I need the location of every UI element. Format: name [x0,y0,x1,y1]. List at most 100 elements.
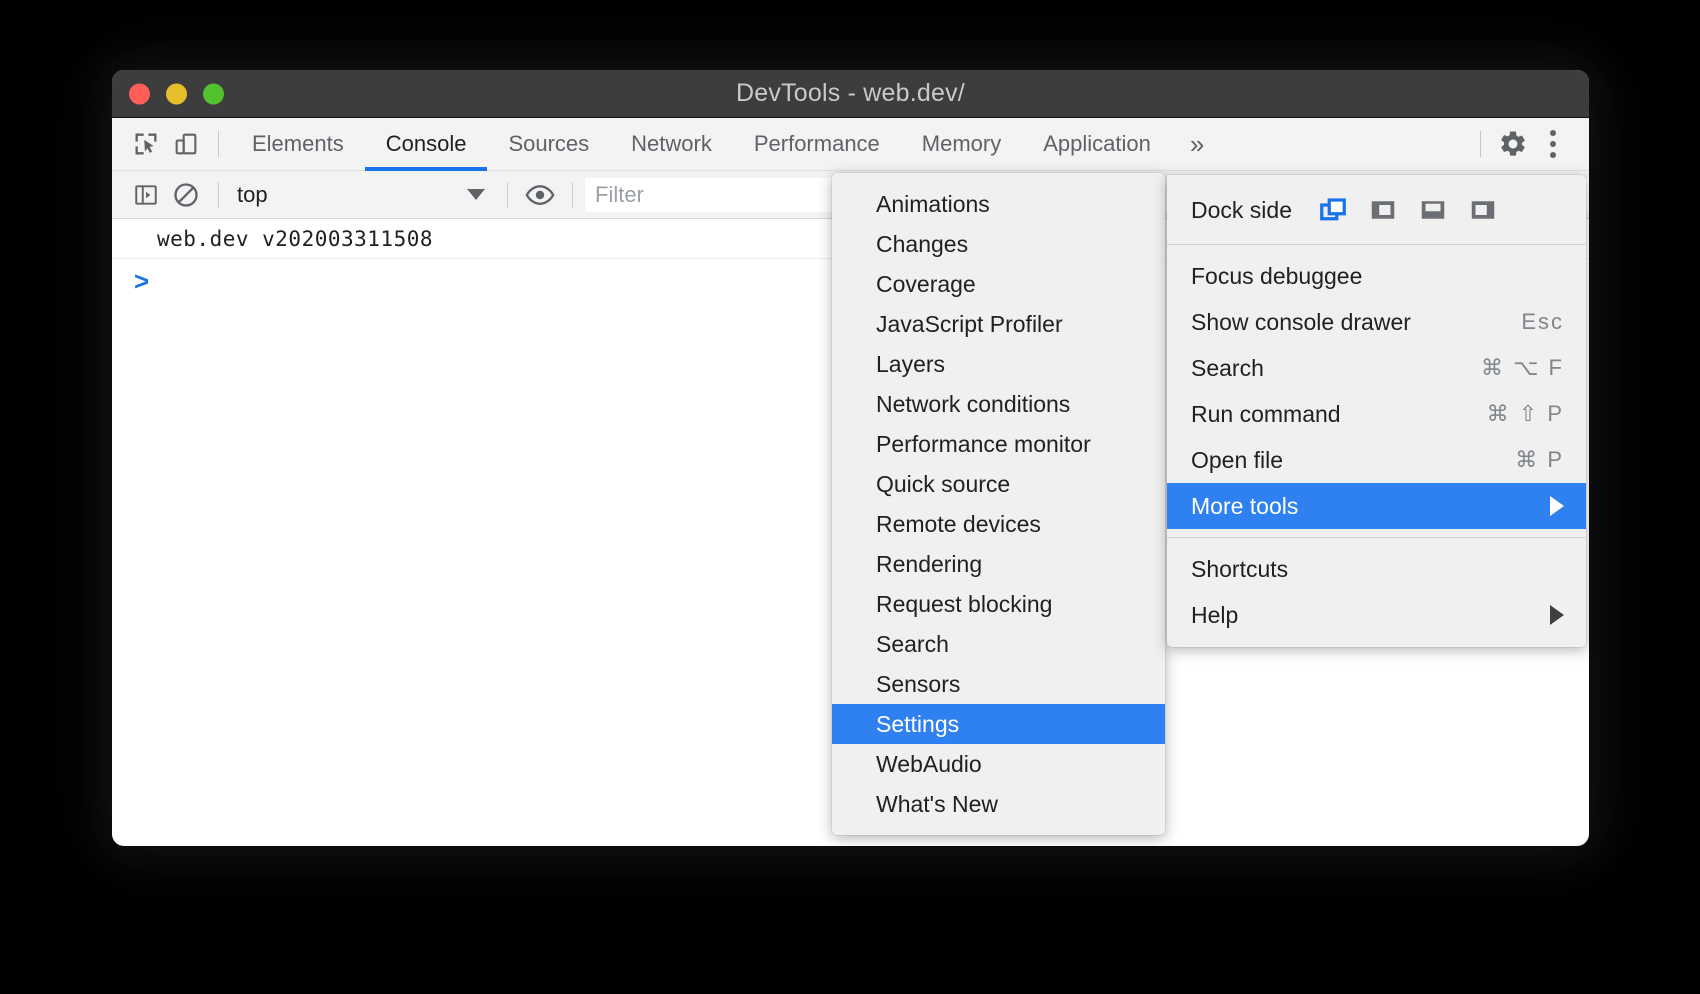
menu-item-label: Run command [1191,401,1341,428]
submenu-item-remote-devices[interactable]: Remote devices [832,504,1165,544]
menu-separator-top [1167,244,1586,245]
tab-label: Console [386,131,467,157]
kebab-dot [1550,141,1556,147]
menu-item-label: More tools [1191,493,1298,520]
submenu-item-request-blocking[interactable]: Request blocking [832,584,1165,624]
menu-separator-bottom [1167,537,1586,538]
menu-item-more-tools[interactable]: More tools [1167,483,1586,529]
tabbar-divider [218,131,219,157]
dock-side-label: Dock side [1191,197,1292,224]
menu-item-shortcut: ⌘ ⇧ P [1487,401,1564,427]
submenu-item-label: What's New [876,791,998,818]
console-log-message: web.dev v202003311508 [157,227,433,251]
submenu-item-label: WebAudio [876,751,982,778]
submenu-item-search[interactable]: Search [832,624,1165,664]
devtools-main-menu: Dock side [1167,175,1586,647]
tab-label: Network [631,131,712,157]
submenu-item-label: Settings [876,711,959,738]
more-tools-submenu: Animations Changes Coverage JavaScript P… [832,173,1165,835]
submenu-item-label: Request blocking [876,591,1052,618]
submenu-item-label: Layers [876,351,945,378]
menu-item-shortcut: Esc [1521,309,1564,335]
tab-overflow-chevron-icon[interactable]: » [1172,118,1222,171]
dock-to-bottom-icon[interactable] [1418,195,1448,225]
menu-item-help[interactable]: Help [1167,592,1586,638]
kebab-menu-icon[interactable] [1533,124,1573,164]
submenu-item-quick-source[interactable]: Quick source [832,464,1165,504]
tab-sources[interactable]: Sources [487,118,610,171]
menu-item-label: Help [1191,602,1238,629]
submenu-item-network-conditions[interactable]: Network conditions [832,384,1165,424]
submenu-item-layers[interactable]: Layers [832,344,1165,384]
console-toolbar-divider-2 [507,182,508,208]
submenu-item-label: Rendering [876,551,982,578]
chevron-right-icon [1550,605,1564,625]
dock-to-left-icon[interactable] [1368,195,1398,225]
tab-memory[interactable]: Memory [901,118,1022,171]
tab-label: Application [1043,131,1151,157]
dock-side-options [1318,195,1498,225]
panel-tabs: Elements Console Sources Network Perform… [231,118,1222,171]
window-titlebar: DevTools - web.dev/ [112,70,1589,118]
overflow-label: » [1190,129,1204,160]
submenu-item-label: JavaScript Profiler [876,311,1063,338]
maximize-window-button[interactable] [203,83,224,104]
submenu-item-label: Changes [876,231,968,258]
submenu-item-label: Sensors [876,671,960,698]
devtools-tabbar: Elements Console Sources Network Perform… [112,118,1589,171]
console-toolbar-divider-3 [572,182,573,208]
dock-side-row: Dock side [1167,184,1586,236]
tab-label: Memory [922,131,1001,157]
submenu-item-performance-monitor[interactable]: Performance monitor [832,424,1165,464]
clear-console-icon[interactable] [166,175,206,215]
tab-performance[interactable]: Performance [733,118,901,171]
undock-into-separate-window-icon[interactable] [1318,195,1348,225]
tabbar-actions [1468,124,1589,164]
submenu-item-changes[interactable]: Changes [832,224,1165,264]
tab-console[interactable]: Console [365,118,488,171]
tab-label: Sources [508,131,589,157]
submenu-item-javascript-profiler[interactable]: JavaScript Profiler [832,304,1165,344]
chevron-down-icon [467,189,485,200]
menu-item-focus-debuggee[interactable]: Focus debuggee [1167,253,1586,299]
gear-icon[interactable] [1493,124,1533,164]
submenu-item-animations[interactable]: Animations [832,184,1165,224]
execution-context-value: top [237,182,268,208]
submenu-item-settings[interactable]: Settings [832,704,1165,744]
kebab-dot [1550,130,1556,136]
tab-label: Elements [252,131,344,157]
submenu-item-webaudio[interactable]: WebAudio [832,744,1165,784]
menu-item-search[interactable]: Search ⌘ ⌥ F [1167,345,1586,391]
execution-context-selector[interactable]: top [231,182,495,208]
live-expression-icon[interactable] [520,175,560,215]
console-sidebar-icon[interactable] [126,175,166,215]
menu-item-open-file[interactable]: Open file ⌘ P [1167,437,1586,483]
inspect-element-icon[interactable] [126,124,166,164]
menu-item-label: Focus debuggee [1191,263,1362,290]
menu-item-shortcut: ⌘ ⌥ F [1481,355,1564,381]
menu-item-label: Show console drawer [1191,309,1411,336]
submenu-item-coverage[interactable]: Coverage [832,264,1165,304]
tab-network[interactable]: Network [610,118,733,171]
submenu-item-label: Remote devices [876,511,1041,538]
submenu-item-rendering[interactable]: Rendering [832,544,1165,584]
tab-elements[interactable]: Elements [231,118,365,171]
prompt-caret-icon: > [134,266,149,297]
menu-item-show-console-drawer[interactable]: Show console drawer Esc [1167,299,1586,345]
kebab-dot [1550,152,1556,158]
window-title: DevTools - web.dev/ [112,79,1589,108]
dock-to-right-icon[interactable] [1468,195,1498,225]
menu-item-shortcuts[interactable]: Shortcuts [1167,546,1586,592]
chevron-right-icon [1550,496,1564,516]
submenu-item-sensors[interactable]: Sensors [832,664,1165,704]
menu-item-run-command[interactable]: Run command ⌘ ⇧ P [1167,391,1586,437]
submenu-item-label: Animations [876,191,990,218]
tab-label: Performance [754,131,880,157]
close-window-button[interactable] [129,83,150,104]
tab-application[interactable]: Application [1022,118,1172,171]
submenu-item-label: Search [876,631,949,658]
submenu-item-whats-new[interactable]: What's New [832,784,1165,824]
menu-item-label: Search [1191,355,1264,382]
minimize-window-button[interactable] [166,83,187,104]
device-toolbar-icon[interactable] [166,124,206,164]
